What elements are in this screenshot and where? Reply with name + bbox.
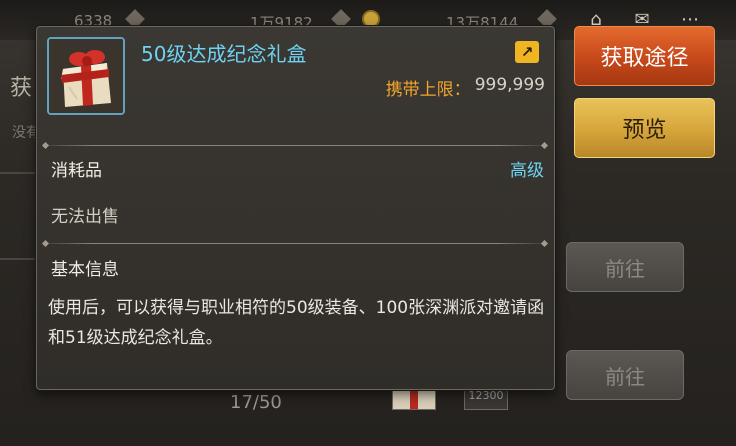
- item-tooltip: 50级达成纪念礼盒 ↗ 携带上限： 999,999 消耗品 高级 无法出售 基本…: [36, 26, 555, 390]
- item-title: 50级达成纪念礼盒: [141, 42, 307, 66]
- item-category: 消耗品: [51, 161, 102, 181]
- carry-limit: 携带上限： 999,999: [386, 75, 545, 100]
- divider: [43, 243, 547, 244]
- share-arrow-icon[interactable]: ↗: [515, 41, 539, 63]
- divider: [0, 258, 40, 260]
- preview-button[interactable]: 预览: [574, 98, 715, 158]
- item-description: 使用后，可以获得与职业相符的50级装备、100张深渊派对邀请函和51级达成纪念礼…: [48, 298, 545, 348]
- carry-limit-label: 携带上限：: [385, 80, 471, 100]
- carry-limit-value: 999,999: [474, 75, 545, 95]
- acquire-source-button[interactable]: 获取途径: [574, 26, 715, 86]
- divider: [0, 172, 40, 174]
- goto-button[interactable]: 前往: [566, 350, 684, 400]
- sale-status: 无法出售: [51, 207, 119, 227]
- divider: [43, 145, 547, 146]
- panel-heading: 获: [10, 76, 33, 101]
- gift-box-icon: [47, 37, 125, 115]
- progress-text: 17/50: [230, 392, 282, 413]
- basic-info-heading: 基本信息: [51, 260, 119, 280]
- item-grade: 高级: [510, 161, 544, 181]
- goto-button[interactable]: 前往: [566, 242, 684, 292]
